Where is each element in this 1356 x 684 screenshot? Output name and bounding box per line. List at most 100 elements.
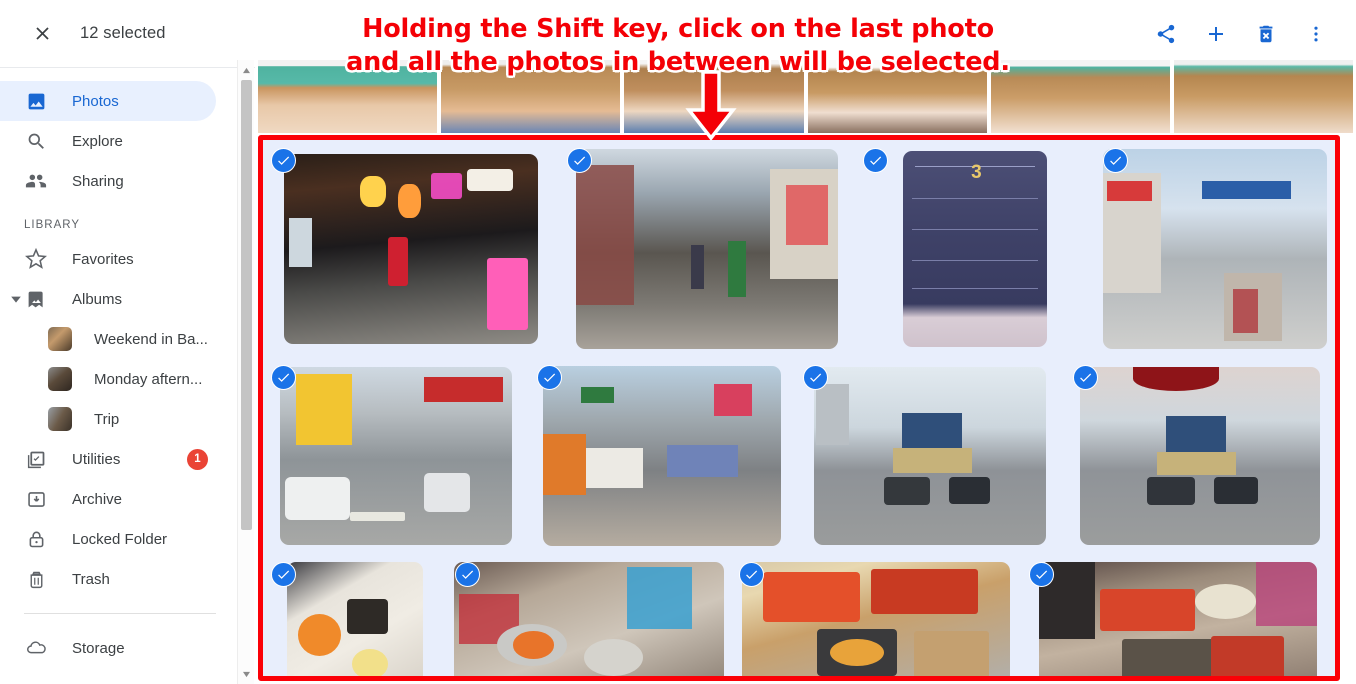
toolbar-actions-group	[1144, 0, 1338, 68]
sidebar: Photos Explore Sharing LIBRARY Favorites…	[0, 69, 236, 684]
sidebar-section-library: LIBRARY	[24, 219, 81, 231]
sidebar-item-label: Utilities	[72, 450, 121, 468]
sidebar-item-explore[interactable]: Explore	[0, 121, 216, 161]
photo-market-lanterns[interactable]	[263, 140, 559, 357]
utilities-icon	[24, 447, 48, 471]
cloud-icon	[24, 636, 48, 660]
search-icon	[24, 129, 48, 153]
photo-hand-nut-5[interactable]	[990, 60, 1170, 133]
album-label: Trip	[94, 410, 120, 428]
sidebar-item-storage[interactable]: Storage	[0, 628, 216, 668]
scroll-up-icon[interactable]	[238, 62, 254, 78]
photo-hand-nut-1[interactable]	[258, 60, 438, 133]
sidebar-item-label: Trash	[72, 570, 110, 588]
trash-outline-icon	[24, 567, 48, 591]
sidebar-item-label: Archive	[72, 490, 123, 508]
sidebar-item-label: Albums	[72, 290, 123, 308]
close-selection-button[interactable]	[22, 14, 62, 54]
close-icon	[35, 27, 49, 40]
toolbar-left-group: 12 selected	[0, 14, 166, 54]
selection-toolbar: 12 selected	[0, 0, 1356, 68]
sidebar-item-label: Storage	[72, 639, 125, 657]
sidebar-item-label: Locked Folder	[72, 530, 168, 548]
photo-hand-nut-3[interactable]	[624, 60, 804, 133]
photo-hand-nut-4[interactable]	[807, 60, 987, 133]
photo-hand-nut-6[interactable]	[1173, 60, 1353, 133]
check-circle-icon[interactable]	[455, 562, 480, 587]
people-icon	[24, 169, 48, 193]
more-vertical-icon	[1314, 26, 1318, 42]
album-label: Weekend in Ba...	[94, 330, 208, 348]
star-icon	[24, 247, 48, 271]
selection-count-label: 12 selected	[80, 24, 166, 42]
sidebar-item-trash[interactable]: Trash	[0, 559, 216, 599]
photo-row-1: 3	[263, 140, 1335, 357]
sidebar-item-utilities[interactable]: Utilities 1	[0, 439, 216, 479]
check-circle-icon[interactable]	[1073, 365, 1098, 390]
sidebar-item-label: Favorites	[72, 250, 134, 268]
sidebar-albums-row: Albums	[0, 279, 236, 319]
add-to-button[interactable]	[1194, 12, 1238, 56]
photo-station-sign[interactable]: 3	[855, 140, 1095, 357]
sidebar-item-favorites[interactable]: Favorites	[0, 239, 216, 279]
sidebar-item-photos[interactable]: Photos	[0, 81, 216, 121]
sidebar-album-weekend[interactable]: Weekend in Ba...	[0, 319, 236, 359]
sidebar-item-sharing[interactable]: Sharing	[0, 161, 216, 201]
sidebar-album-monday[interactable]: Monday aftern...	[0, 359, 236, 399]
check-circle-icon[interactable]	[1103, 148, 1128, 173]
photo-street-scooters[interactable]	[263, 357, 529, 554]
check-circle-icon[interactable]	[863, 148, 888, 173]
photo-food-skewers[interactable]	[731, 554, 1021, 676]
photo-row-partial-top	[258, 60, 1353, 133]
sidebar-item-label: Explore	[72, 132, 123, 150]
photo-food-market[interactable]	[1021, 554, 1335, 676]
share-icon	[1157, 24, 1175, 44]
photo-market-gate-2[interactable]	[1065, 357, 1335, 554]
selected-photo-grid: 3	[263, 140, 1335, 676]
archive-icon	[24, 487, 48, 511]
share-button[interactable]	[1144, 12, 1188, 56]
content-scrollbar[interactable]	[237, 60, 254, 684]
scroll-thumb[interactable]	[241, 80, 252, 530]
check-circle-icon[interactable]	[739, 562, 764, 587]
photo-hand-nut-2[interactable]	[441, 60, 621, 133]
check-circle-icon[interactable]	[271, 562, 296, 587]
sidebar-item-label: Photos	[72, 92, 119, 110]
check-circle-icon[interactable]	[567, 148, 592, 173]
photo-icon	[24, 89, 48, 113]
photos-app-window: 12 selected Photos Explore Sharing LIBRA…	[0, 0, 1356, 684]
lock-icon	[24, 527, 48, 551]
more-options-button[interactable]	[1294, 12, 1338, 56]
check-circle-icon[interactable]	[803, 365, 828, 390]
sidebar-item-label: Sharing	[72, 172, 124, 190]
sidebar-item-albums[interactable]: Albums	[0, 279, 216, 319]
check-circle-icon[interactable]	[537, 365, 562, 390]
check-circle-icon[interactable]	[1029, 562, 1054, 587]
album-label: Monday aftern...	[94, 370, 203, 388]
photo-food-bowls[interactable]	[263, 554, 447, 676]
album-thumbnail	[48, 367, 72, 391]
check-circle-icon[interactable]	[271, 148, 296, 173]
sidebar-album-trip[interactable]: Trip	[0, 399, 236, 439]
photo-row-2	[263, 357, 1335, 554]
sidebar-item-locked-folder[interactable]: Locked Folder	[0, 519, 216, 559]
trash-icon	[1259, 25, 1273, 43]
photo-street-stalls[interactable]	[529, 357, 795, 554]
sidebar-item-archive[interactable]: Archive	[0, 479, 216, 519]
plus-icon	[1209, 27, 1223, 41]
delete-button[interactable]	[1244, 12, 1288, 56]
check-circle-icon[interactable]	[271, 365, 296, 390]
photo-street-arcade[interactable]	[1095, 140, 1335, 357]
photo-alley-shops[interactable]	[559, 140, 855, 357]
album-thumbnail	[48, 327, 72, 351]
chevron-down-icon[interactable]	[8, 291, 24, 307]
sidebar-divider	[24, 613, 216, 614]
scroll-down-icon[interactable]	[238, 666, 254, 682]
photo-row-3	[263, 554, 1335, 676]
photo-market-gate-1[interactable]	[795, 357, 1065, 554]
photo-grid-area: 3	[255, 60, 1356, 684]
utilities-badge: 1	[187, 448, 208, 470]
album-icon	[24, 287, 48, 311]
selection-highlight-box: 3	[258, 135, 1340, 681]
photo-food-stall-1[interactable]	[447, 554, 731, 676]
